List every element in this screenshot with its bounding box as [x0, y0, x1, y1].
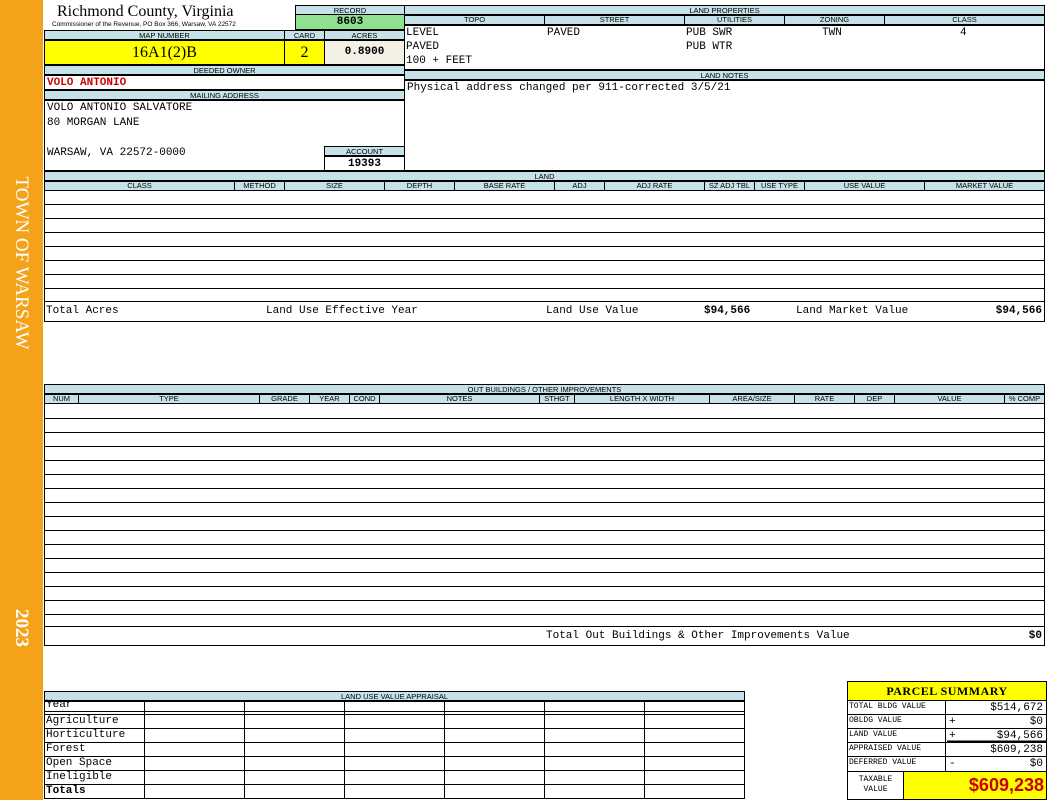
ps-label-total-bldg: TOTAL BLDG VALUE: [849, 702, 926, 711]
outbuildings-label: OUT BUILDINGS / OTHER IMPROVEMENTS: [44, 384, 1045, 394]
side-banner: TOWN OF WARSAW 2023: [0, 0, 43, 800]
utility-1: PUB SWR: [686, 27, 733, 39]
land-properties-label: LAND PROPERTIES: [404, 5, 1045, 15]
outbuildings-total-row: [44, 626, 1045, 646]
land-use-value: $94,566: [704, 305, 751, 317]
ps-value-appraised: $609,238: [990, 744, 1043, 756]
zoning-value: TWN: [822, 27, 842, 39]
acres-value: 0.8900: [324, 40, 405, 65]
col-zoning: ZONING: [785, 15, 885, 25]
ps-label-appraised: APPRAISED VALUE: [849, 744, 922, 753]
mailing-line-1: VOLO ANTONIO SALVATORE: [47, 102, 193, 114]
county-title: Richmond County, Virginia: [57, 3, 234, 20]
mailing-line-3: WARSAW, VA 22572-0000: [47, 147, 186, 159]
topo-3: 100 + FEET: [406, 55, 473, 67]
utility-2: PUB WTR: [686, 41, 733, 53]
lua-row-agriculture: Agriculture: [46, 715, 119, 727]
tax-year: 2023: [11, 609, 32, 647]
land-use-appraisal-label: LAND USE VALUE APPRAISAL: [44, 691, 745, 701]
ps-sign-land: +: [949, 730, 956, 742]
lua-row-horticulture: Horticulture: [46, 729, 126, 741]
land-label: LAND: [44, 171, 1045, 181]
col-topo: TOPO: [404, 15, 545, 25]
street-value: PAVED: [547, 27, 581, 39]
total-acres-label: Total Acres: [46, 305, 119, 317]
record-value: 8603: [295, 15, 405, 30]
lua-row-open-space: Open Space: [46, 757, 113, 769]
account-label: ACCOUNT: [324, 146, 405, 156]
ps-label-obldg: OBLDG VALUE: [849, 716, 902, 725]
commissioner-address: Commissioner of the Revenue, PO Box 366,…: [52, 21, 236, 28]
ps-value-obldg: $0: [1029, 716, 1043, 728]
land-properties-header: TOPO STREET UTILITIES ZONING CLASS: [404, 15, 1045, 25]
col-utilities: UTILITIES: [685, 15, 785, 25]
lua-row-forest: Forest: [46, 743, 86, 755]
ps-sign-deferred: -: [949, 758, 956, 770]
land-market-value-label: Land Market Value: [796, 305, 909, 317]
outbuildings-total-label: Total Out Buildings & Other Improvements…: [546, 630, 850, 642]
taxable-value: $609,238: [903, 771, 1047, 800]
ps-value-land: $94,566: [996, 730, 1043, 742]
outbuildings-total-value: $0: [1028, 630, 1042, 642]
land-notes-label: LAND NOTES: [404, 70, 1045, 80]
outbuildings-body: [44, 403, 1045, 627]
lua-row-totals: Totals: [46, 785, 86, 797]
taxable-value-label: TAXABLE VALUE: [847, 771, 904, 800]
lua-row-ineligible: Ineligible: [46, 771, 113, 783]
mailing-line-2: 80 MORGAN LANE: [47, 117, 140, 129]
map-number-label: MAP NUMBER: [44, 30, 285, 40]
topo-2: PAVED: [406, 41, 440, 53]
lua-row-year: Year: [46, 699, 73, 711]
account-value: 19393: [324, 156, 405, 171]
parcel-summary-title: PARCEL SUMMARY: [847, 681, 1047, 701]
class-value: 4: [960, 27, 967, 39]
record-label: RECORD: [295, 5, 405, 15]
parcel-summary-table: TOTAL BLDG VALUE $514,672 OBLDG VALUE + …: [847, 700, 1047, 772]
card-value: 2: [284, 40, 325, 65]
land-use-appraisal-table: Year Agriculture Horticulture Forest Ope…: [44, 699, 745, 799]
ps-label-deferred: DEFERRED VALUE: [849, 758, 917, 767]
ps-label-land: LAND VALUE: [849, 730, 898, 739]
acres-label: ACRES: [324, 30, 405, 40]
card-label: CARD: [284, 30, 325, 40]
land-market-value: $94,566: [995, 305, 1042, 317]
ps-value-total-bldg: $514,672: [990, 702, 1043, 714]
town-name: TOWN OF WARSAW: [11, 176, 32, 350]
deeded-owner-label: DEEDED OWNER: [44, 65, 405, 75]
ps-sign-obldg: +: [949, 716, 956, 728]
land-notes-text: Physical address changed per 911-correct…: [407, 82, 731, 94]
land-use-year-label: Land Use Effective Year: [266, 305, 418, 317]
ps-value-deferred: $0: [1029, 758, 1043, 770]
topo-1: LEVEL: [406, 27, 440, 39]
mailing-address-label: MAILING ADDRESS: [44, 90, 405, 100]
land-use-value-label: Land Use Value: [546, 305, 639, 317]
deeded-owner-value: VOLO ANTONIO: [44, 75, 405, 90]
col-street: STREET: [545, 15, 685, 25]
col-class: CLASS: [885, 15, 1045, 25]
land-table-body: [44, 190, 1045, 302]
map-number-value: 16A1(2)B: [44, 40, 285, 65]
